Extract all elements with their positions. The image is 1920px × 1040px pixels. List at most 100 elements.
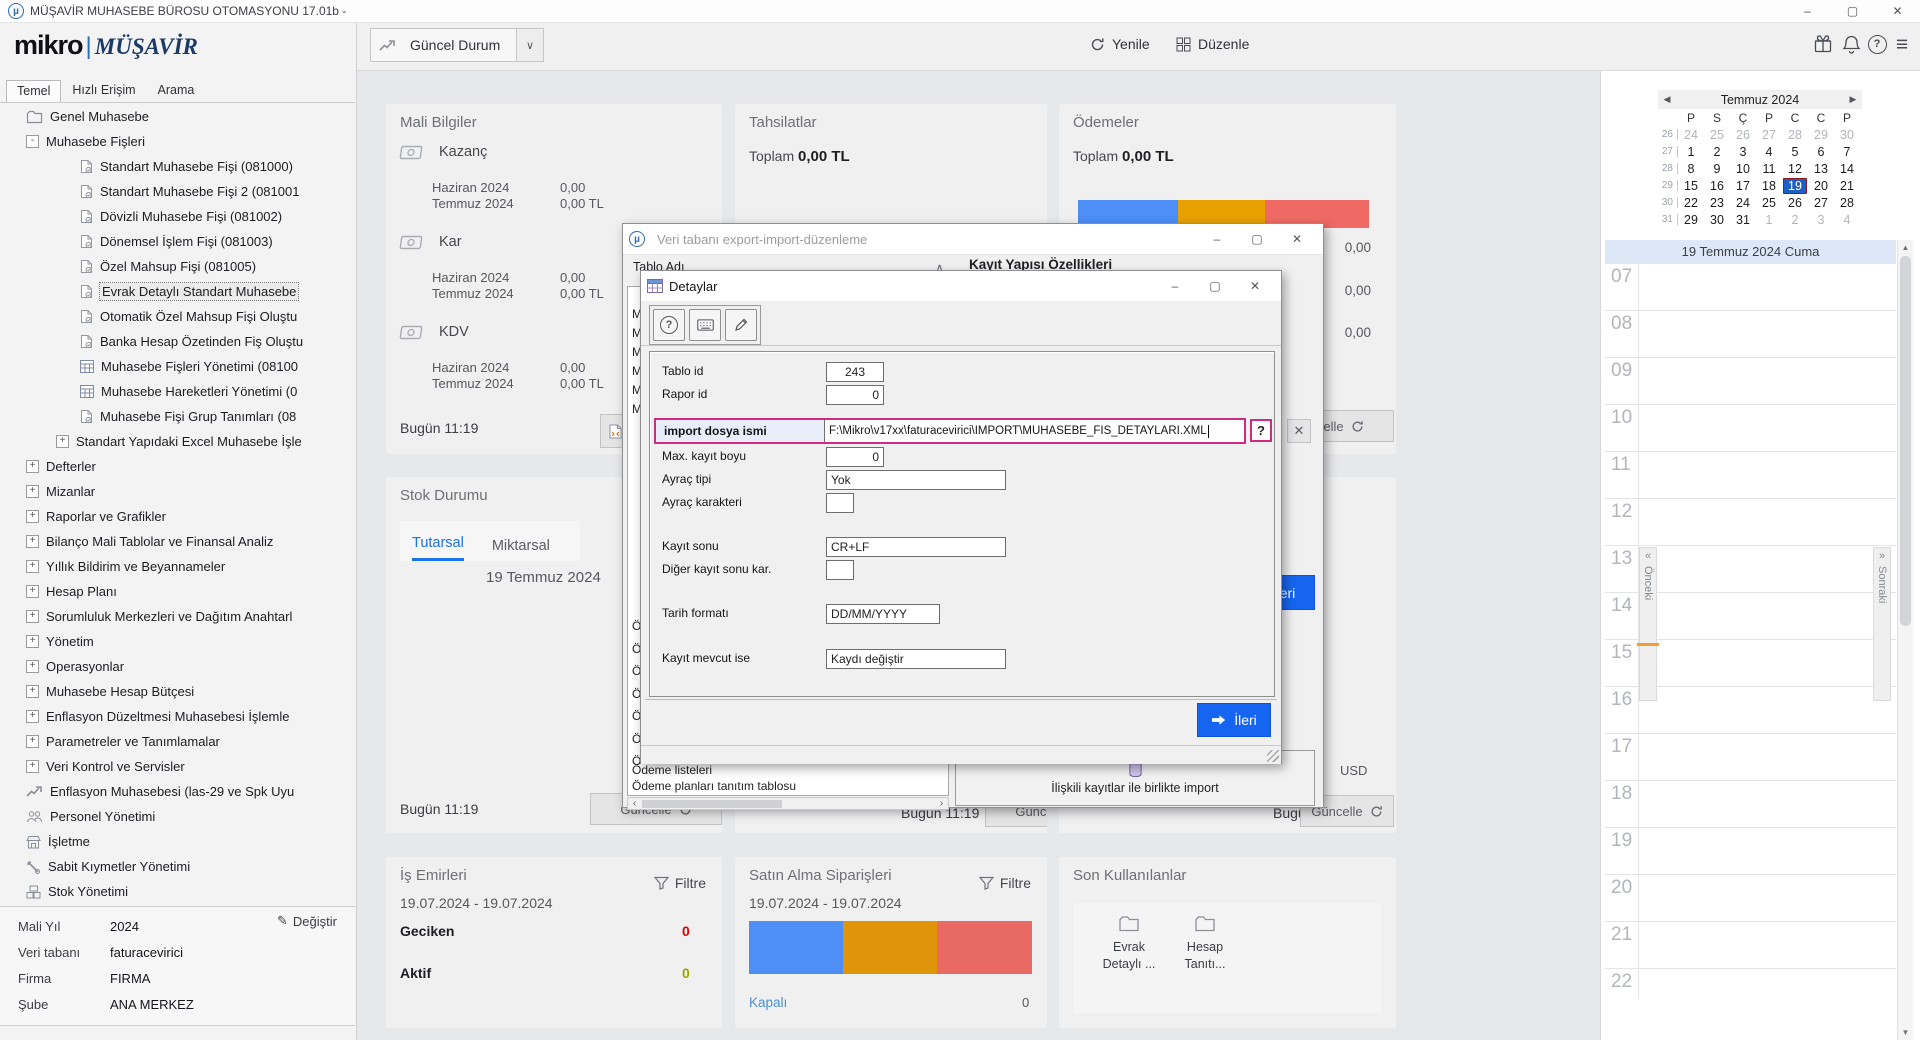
tab-hızlı-erişim[interactable]: Hızlı Erişim — [61, 79, 146, 101]
calendar-day[interactable]: 8 — [1678, 162, 1704, 176]
field-input[interactable]: Yok — [826, 470, 1006, 490]
schedule-hour-row[interactable]: 10 — [1605, 404, 1896, 451]
calendar-day[interactable]: 13 — [1808, 162, 1834, 176]
calendar-day[interactable]: 18 — [1756, 179, 1782, 193]
calendar-day[interactable]: 20 — [1808, 179, 1834, 193]
change-fiscal-year-button[interactable]: ✎ Değiştir — [277, 913, 337, 929]
calendar-day[interactable]: 25 — [1704, 128, 1730, 142]
calendar-day[interactable]: 4 — [1756, 145, 1782, 159]
calendar-day[interactable]: 2 — [1782, 213, 1808, 227]
sidebar-item-d-nemsel-i-lem-fi-i-081003-[interactable]: Dönemsel İşlem Fişi (081003) — [2, 229, 355, 254]
field-input[interactable] — [826, 493, 854, 513]
expand-icon[interactable]: + — [26, 760, 39, 773]
calendar-day[interactable]: 19 — [1782, 178, 1808, 194]
calendar-day[interactable]: 28 — [1834, 196, 1860, 210]
recent-item[interactable]: Evrak Detaylı ... — [1093, 915, 1165, 973]
maximize-icon[interactable]: ▢ — [1237, 228, 1277, 250]
help-icon[interactable]: ? — [1865, 32, 1889, 56]
table-item[interactable]: Ödeme planları tanıtım tablosu∨ — [632, 779, 930, 793]
field-input[interactable]: Kaydı değiştir — [826, 649, 1006, 669]
expand-icon[interactable]: + — [26, 610, 39, 623]
sidebar-item-muhasebe-fi-leri-y-netimi-0810[interactable]: Muhasebe Fişleri Yönetimi (08100 — [2, 354, 355, 379]
expand-icon[interactable]: + — [26, 685, 39, 698]
refresh-button[interactable]: Yenile — [1090, 30, 1150, 58]
sidebar-item-veri-kontrol-ve-servisler[interactable]: +Veri Kontrol ve Servisler — [2, 754, 355, 779]
sidebar-item-parametreler-ve-tan-mlamalar[interactable]: +Parametreler ve Tanımlamalar — [2, 729, 355, 754]
sidebar-item-standart-muhasebe-fi-i-2-08100[interactable]: Standart Muhasebe Fişi 2 (081001 — [2, 179, 355, 204]
scroll-right-icon[interactable]: › — [935, 798, 948, 809]
calendar-day[interactable]: 10 — [1730, 162, 1756, 176]
calendar-day[interactable]: 31 — [1730, 213, 1756, 227]
sidebar-item-muhasebe-hesap-b-t-esi[interactable]: +Muhasebe Hesap Bütçesi — [2, 679, 355, 704]
calendar-day[interactable]: 12 — [1782, 162, 1808, 176]
closed-orders-link[interactable]: Kapalı — [749, 995, 787, 1010]
calendar-day[interactable]: 17 — [1730, 179, 1756, 193]
calendar-day[interactable]: 24 — [1730, 196, 1756, 210]
sidebar-item--zel-mahsup-fi-i-081005-[interactable]: Özel Mahsup Fişi (081005) — [2, 254, 355, 279]
schedule-hour-row[interactable]: 20 — [1605, 874, 1896, 921]
sidebar-item-defterler[interactable]: +Defterler — [2, 454, 355, 479]
sidebar-item-operasyonlar[interactable]: +Operasyonlar — [2, 654, 355, 679]
filter-button[interactable]: Filtre — [979, 875, 1031, 891]
keyboard-button[interactable] — [689, 309, 721, 341]
scroll-down-icon[interactable]: ▼ — [1898, 1025, 1913, 1040]
expand-icon[interactable]: + — [26, 585, 39, 598]
sidebar-item-otomatik-zel-mahsup-fi-i-olu-t[interactable]: Otomatik Özel Mahsup Fişi Oluştu — [2, 304, 355, 329]
sidebar-item-standart-muhasebe-fi-i-081000-[interactable]: Standart Muhasebe Fişi (081000) — [2, 154, 355, 179]
sidebar-item-raporlar-ve-grafikler[interactable]: +Raporlar ve Grafikler — [2, 504, 355, 529]
sidebar-item-genel-muhasebe[interactable]: Genel Muhasebe — [2, 104, 355, 129]
field-input[interactable]: 243 — [826, 362, 884, 382]
calendar-day[interactable]: 28 — [1782, 128, 1808, 142]
calendar-day[interactable]: 30 — [1704, 213, 1730, 227]
import-help-button[interactable]: ? — [1250, 419, 1272, 442]
close-icon[interactable]: ✕ — [1235, 275, 1275, 297]
calendar-day[interactable]: 3 — [1730, 145, 1756, 159]
stok-tab-miktarsal[interactable]: Miktarsal — [492, 538, 550, 561]
calendar-day[interactable]: 27 — [1756, 128, 1782, 142]
field-input[interactable] — [826, 560, 854, 580]
bell-icon[interactable] — [1839, 32, 1863, 56]
edit-layout-button[interactable]: Düzenle — [1176, 30, 1249, 58]
schedule-hour-row[interactable]: 21 — [1605, 921, 1896, 968]
schedule-hour-row[interactable]: 07 — [1605, 263, 1896, 310]
calendar-day[interactable]: 22 — [1678, 196, 1704, 210]
recent-item[interactable]: Hesap Tanıtı... — [1169, 915, 1241, 973]
scroll-left-icon[interactable]: ‹ — [628, 798, 641, 809]
expand-icon[interactable]: + — [26, 560, 39, 573]
schedule-hour-row[interactable]: 09 — [1605, 357, 1896, 404]
sidebar-item-muhasebe-hareketleri-y-netimi-[interactable]: Muhasebe Hareketleri Yönetimi (0 — [2, 379, 355, 404]
sidebar-item-banka-hesap-zetinden-fi-olu-tu[interactable]: Banka Hesap Özetinden Fiş Oluştu — [2, 329, 355, 354]
sidebar-item-sabit-k-ymetler-y-netimi[interactable]: Sabit Kıymetler Yönetimi — [2, 854, 355, 879]
sidebar-item-d-vizli-muhasebe-fi-i-081002-[interactable]: Dövizli Muhasebe Fişi (081002) — [2, 204, 355, 229]
calendar-day[interactable]: 15 — [1678, 179, 1704, 193]
sidebar-item-standart-yap-daki-excel-muhase[interactable]: +Standart Yapıdaki Excel Muhasebe İşle — [2, 429, 355, 454]
expand-icon[interactable]: + — [26, 485, 39, 498]
sidebar-item-y-ll-k-bildirim-ve-beyannamele[interactable]: +Yıllık Bildirim ve Beyannameler — [2, 554, 355, 579]
sidebar-item-muhasebe-fi-leri[interactable]: -Muhasebe Fişleri — [2, 129, 355, 154]
calendar-day[interactable]: 25 — [1756, 196, 1782, 210]
expand-icon[interactable]: + — [26, 460, 39, 473]
previous-day-strip[interactable]: « Önceki — [1639, 547, 1657, 701]
sidebar-item-stok-y-netimi[interactable]: Stok Yönetimi — [2, 879, 355, 904]
tab-arama[interactable]: Arama — [147, 79, 206, 101]
sidebar-item-enflasyon-d-zeltmesi-muhasebes[interactable]: +Enflasyon Düzeltmesi Muhasebesi İşlemle — [2, 704, 355, 729]
calendar-day[interactable]: 11 — [1756, 162, 1782, 176]
sidebar-item-sorumluluk-merkezleri-ve-da-t-[interactable]: +Sorumluluk Merkezleri ve Dağıtım Anahta… — [2, 604, 355, 629]
filter-button[interactable]: Filtre — [654, 875, 706, 891]
maximize-icon[interactable]: ▢ — [1830, 0, 1875, 22]
view-selector-combo[interactable]: Güncel Durum ∨ — [370, 28, 544, 62]
calendar-day[interactable]: 9 — [1704, 162, 1730, 176]
field-input[interactable]: 0 — [826, 447, 884, 467]
calendar-day[interactable]: 2 — [1704, 145, 1730, 159]
expand-icon[interactable]: + — [56, 435, 69, 448]
schedule-hour-row[interactable]: 12 — [1605, 498, 1896, 545]
next-day-strip[interactable]: » Sonraki — [1873, 547, 1891, 701]
edit-button[interactable] — [725, 309, 757, 341]
chevron-down-icon[interactable]: ∨ — [516, 29, 543, 61]
calendar-day[interactable]: 30 — [1834, 128, 1860, 142]
schedule-hour-row[interactable]: 22 — [1605, 968, 1896, 1015]
scroll-up-icon[interactable]: ▲ — [1898, 240, 1913, 255]
calendar-day[interactable]: 27 — [1808, 196, 1834, 210]
field-input[interactable]: CR+LF — [826, 537, 1006, 557]
schedule-hour-row[interactable]: 18 — [1605, 780, 1896, 827]
